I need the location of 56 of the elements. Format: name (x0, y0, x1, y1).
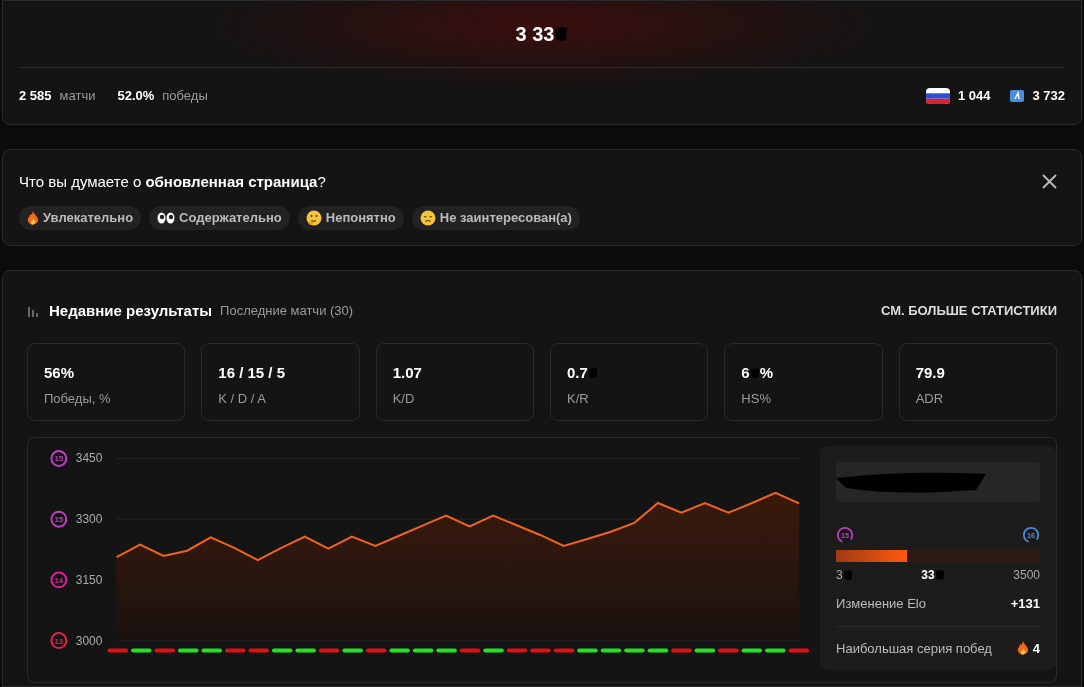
region-rank: 1 044 (957, 87, 991, 106)
thinking-face-icon (305, 210, 322, 226)
axis-tick-label: 3150 (75, 572, 103, 587)
stat-value: 56% (44, 363, 75, 383)
feedback-option[interactable]: Содержательно (149, 206, 290, 230)
stat-label: ADR (915, 389, 945, 408)
eyes-icon (157, 212, 176, 224)
stat-value: 16 / 15 / 5 (218, 363, 286, 383)
streak-label: Наибольшая серия побед (836, 639, 993, 658)
ranking-icon (1010, 90, 1025, 102)
level-badge-number: 15 (54, 454, 64, 464)
level-badge-number: 13 (54, 636, 64, 646)
stat-value: 0.7 (567, 363, 588, 383)
sad-face-icon (419, 210, 436, 226)
progress-min: 3 (836, 567, 843, 584)
flag-icon (925, 88, 950, 104)
elo-value: 3 33 (515, 22, 555, 47)
fire-icon (27, 210, 39, 226)
feedback-question: Что вы думаете о обновленная страница? (19, 172, 326, 192)
stat-value: 1.07 (392, 363, 422, 383)
redaction-mark (842, 567, 853, 583)
winrate-label: победы (162, 87, 208, 106)
stat-label: K/D (392, 389, 416, 408)
winrate-value: 52.0% (117, 87, 155, 106)
axis-tick-label: 3000 (75, 633, 103, 648)
level-badge-number: 14 (54, 575, 64, 585)
axis-tick-label: 3300 (75, 512, 103, 527)
stat-label: K / D / A (218, 389, 267, 408)
country-rank: 3 732 (1032, 87, 1065, 106)
stat-label: Победы, % (44, 389, 112, 408)
matches-count: 2 585 (19, 87, 52, 106)
feedback-option[interactable]: Увлекательно (19, 206, 142, 230)
progress-max: 3500 (1013, 567, 1040, 584)
redaction-mark (934, 567, 945, 583)
section-subtitle: Последние матчи (30) (220, 302, 354, 321)
section-title: Недавние результаты (49, 300, 213, 321)
level-badge: 16 (1022, 526, 1040, 544)
level-badge: 15 (836, 526, 855, 544)
stat-value: 79.9 (915, 363, 945, 383)
streak-value: 4 (1032, 639, 1040, 658)
level-badge-number: 15 (54, 515, 64, 525)
feedback-option[interactable]: Непонятно (297, 206, 404, 230)
stat-label: K/R (567, 389, 590, 408)
stat-value-suffix: % (759, 363, 773, 383)
fire-icon (1016, 640, 1029, 656)
elo-change-label: Изменение Elo (836, 595, 926, 613)
stat-value: 6 (741, 363, 750, 383)
more-stats-link[interactable]: СМ. БОЛЬШЕ СТАТИСТИКИ (880, 301, 1057, 321)
close-icon[interactable] (1042, 174, 1057, 189)
axis-tick-label: 3450 (75, 451, 103, 466)
bar-chart-icon (27, 305, 41, 317)
matches-label: матчи (59, 87, 96, 106)
progress-current: 33 (921, 567, 935, 584)
stat-label: HS% (741, 389, 772, 408)
elo-change-value: +131 (1010, 595, 1040, 613)
feedback-option[interactable]: Не заинтересован(а) (411, 206, 580, 230)
